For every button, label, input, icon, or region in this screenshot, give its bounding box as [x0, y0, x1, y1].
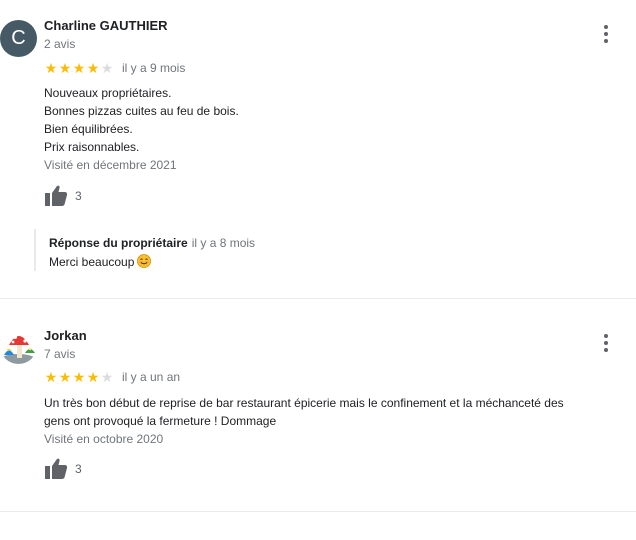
star-icon: ★ — [44, 60, 58, 76]
star-icon: ★ — [86, 369, 100, 385]
like-count: 3 — [75, 189, 82, 203]
reviewer-review-count: 7 avis — [44, 347, 76, 361]
thumbs-up-icon — [45, 458, 68, 479]
star-icon: ★ — [100, 60, 114, 76]
review-text-line: Nouveaux propriétaires. — [44, 86, 172, 100]
like-button[interactable]: 3 — [44, 458, 82, 480]
review-text-line: Bien équilibrées. — [44, 122, 133, 136]
star-rating: ★ ★ ★ ★ ★ il y a 9 mois — [44, 60, 186, 76]
avatar[interactable] — [0, 327, 37, 364]
owner-response-header: Réponse du propriétaire il y a 8 mois — [49, 229, 349, 250]
smile-emoji-icon — [137, 254, 152, 268]
review-date: il y a un an — [122, 370, 181, 384]
reviewer-name[interactable]: Charline GAUTHIER — [44, 18, 168, 33]
reviewer-review-count: 2 avis — [44, 37, 76, 51]
review-text: Un très bon début de reprise de bar rest… — [44, 394, 624, 430]
owner-response: Réponse du propriétaire il y a 8 mois Mer… — [34, 229, 349, 271]
like-count: 3 — [75, 462, 82, 476]
owner-response-title: Réponse du propriétaire — [49, 236, 188, 250]
mushroom-avatar-icon — [1, 333, 35, 364]
thumbs-up-icon — [45, 185, 68, 206]
review-text-line: Bonnes pizzas cuites au feu de bois. — [44, 104, 239, 118]
review-card: C Charline GAUTHIER 2 avis ★ ★ ★ ★ ★ il … — [0, 0, 636, 298]
like-button[interactable]: 3 — [44, 185, 82, 207]
review-card: Jorkan 7 avis ★ ★ ★ ★ ★ il y a un an Un … — [0, 299, 636, 511]
star-icon: ★ — [86, 60, 100, 76]
avatar[interactable]: C — [0, 20, 37, 57]
star-icon: ★ — [58, 369, 72, 385]
star-icon: ★ — [100, 369, 114, 385]
star-icon: ★ — [72, 369, 86, 385]
visit-date: Visité en octobre 2020 — [44, 432, 164, 446]
review-date: il y a 9 mois — [122, 61, 186, 75]
owner-response-date: il y a 8 mois — [191, 236, 256, 250]
review-text-line: Un très bon début de reprise de bar rest… — [44, 396, 564, 410]
review-divider — [0, 511, 636, 512]
star-rating: ★ ★ ★ ★ ★ il y a un an — [44, 370, 180, 384]
star-icon: ★ — [72, 60, 86, 76]
star-icon: ★ — [44, 369, 58, 385]
star-icon: ★ — [58, 60, 72, 76]
more-options-button[interactable] — [596, 24, 616, 44]
owner-response-text: Merci beaucoup — [49, 254, 349, 269]
review-text-line: Prix raisonnables. — [44, 140, 140, 154]
reviewer-name[interactable]: Jorkan — [44, 328, 87, 343]
visit-date: Visité en décembre 2021 — [44, 158, 177, 172]
review-text-line: gens ont provoqué la fermeture ! Dommage — [44, 414, 277, 428]
more-options-button[interactable] — [596, 333, 616, 353]
review-text: Nouveaux propriétaires. Bonnes pizzas cu… — [44, 84, 624, 156]
owner-response-message: Merci beaucoup — [49, 255, 135, 269]
